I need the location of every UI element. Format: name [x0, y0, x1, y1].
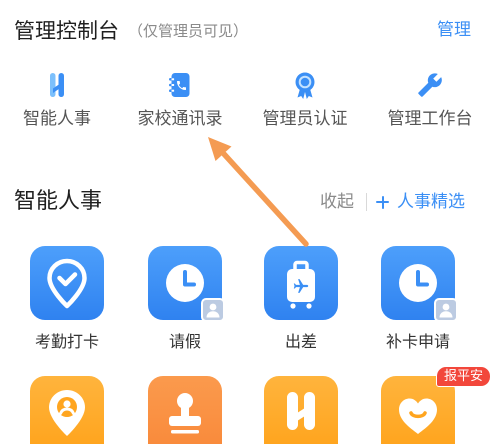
hr-logo-icon [264, 376, 338, 444]
console-item-admin-workbench[interactable]: 管理工作台 [375, 70, 485, 130]
console-item-label: 管理工作台 [387, 109, 473, 129]
app-label: 补卡申请 [385, 332, 450, 351]
manage-link[interactable]: 管理 [437, 17, 471, 43]
plus-icon [376, 195, 389, 209]
app-card-replacement[interactable]: 补卡申请 [363, 246, 473, 353]
wrench-icon [418, 73, 442, 97]
location-check-icon [30, 246, 104, 320]
header-divider [366, 193, 367, 211]
app-location-person[interactable] [12, 376, 122, 444]
app-label: 请假 [168, 332, 201, 351]
console-item-school-contacts[interactable]: 家校通讯录 [125, 70, 235, 130]
heart-smile-icon: 报平安 [381, 366, 492, 444]
address-book-icon [169, 73, 190, 97]
clock-icon [381, 246, 458, 322]
app-hr-logo[interactable] [246, 376, 356, 444]
console-item-label: 智能人事 [23, 109, 91, 129]
clock-icon [148, 246, 225, 322]
app-safety-report[interactable]: 报平安 [363, 366, 492, 444]
stamp-icon [148, 376, 222, 444]
person-badge-icon [434, 298, 458, 322]
hr-picks-label: 人事精选 [397, 192, 465, 212]
app-leave[interactable]: 请假 [130, 246, 240, 353]
location-person-icon [30, 376, 104, 444]
certificate-badge-icon [295, 72, 315, 99]
console-subtitle: （仅管理员可见） [128, 22, 249, 40]
app-label: 出差 [284, 332, 317, 351]
app-screen: 管理控制台 （仅管理员可见） 管理 智能人事 家校通讯录 管理员认证 管理工作台… [0, 0, 503, 444]
app-attendance[interactable]: 考勤打卡 [12, 246, 122, 353]
app-label: 考勤打卡 [34, 332, 99, 351]
console-item-admin-certification[interactable]: 管理员认证 [250, 70, 360, 130]
hr-picks-button[interactable]: 人事精选 [376, 189, 465, 215]
person-badge-icon [201, 298, 225, 322]
console-title: 管理控制台 [14, 19, 119, 43]
app-stamp[interactable] [130, 376, 240, 444]
console-item-label: 管理员认证 [262, 109, 348, 129]
console-item-label: 家校通讯录 [137, 109, 223, 129]
safety-report-tag: 报平安 [436, 366, 492, 387]
smart-hr-logo-icon [50, 73, 64, 97]
console-item-smart-hr[interactable]: 智能人事 [2, 70, 112, 130]
app-business-trip[interactable]: 出差 [246, 246, 356, 353]
luggage-plane-icon [264, 246, 338, 320]
collapse-button[interactable]: 收起 [320, 189, 354, 215]
section-title-smart-hr: 智能人事 [14, 189, 103, 214]
